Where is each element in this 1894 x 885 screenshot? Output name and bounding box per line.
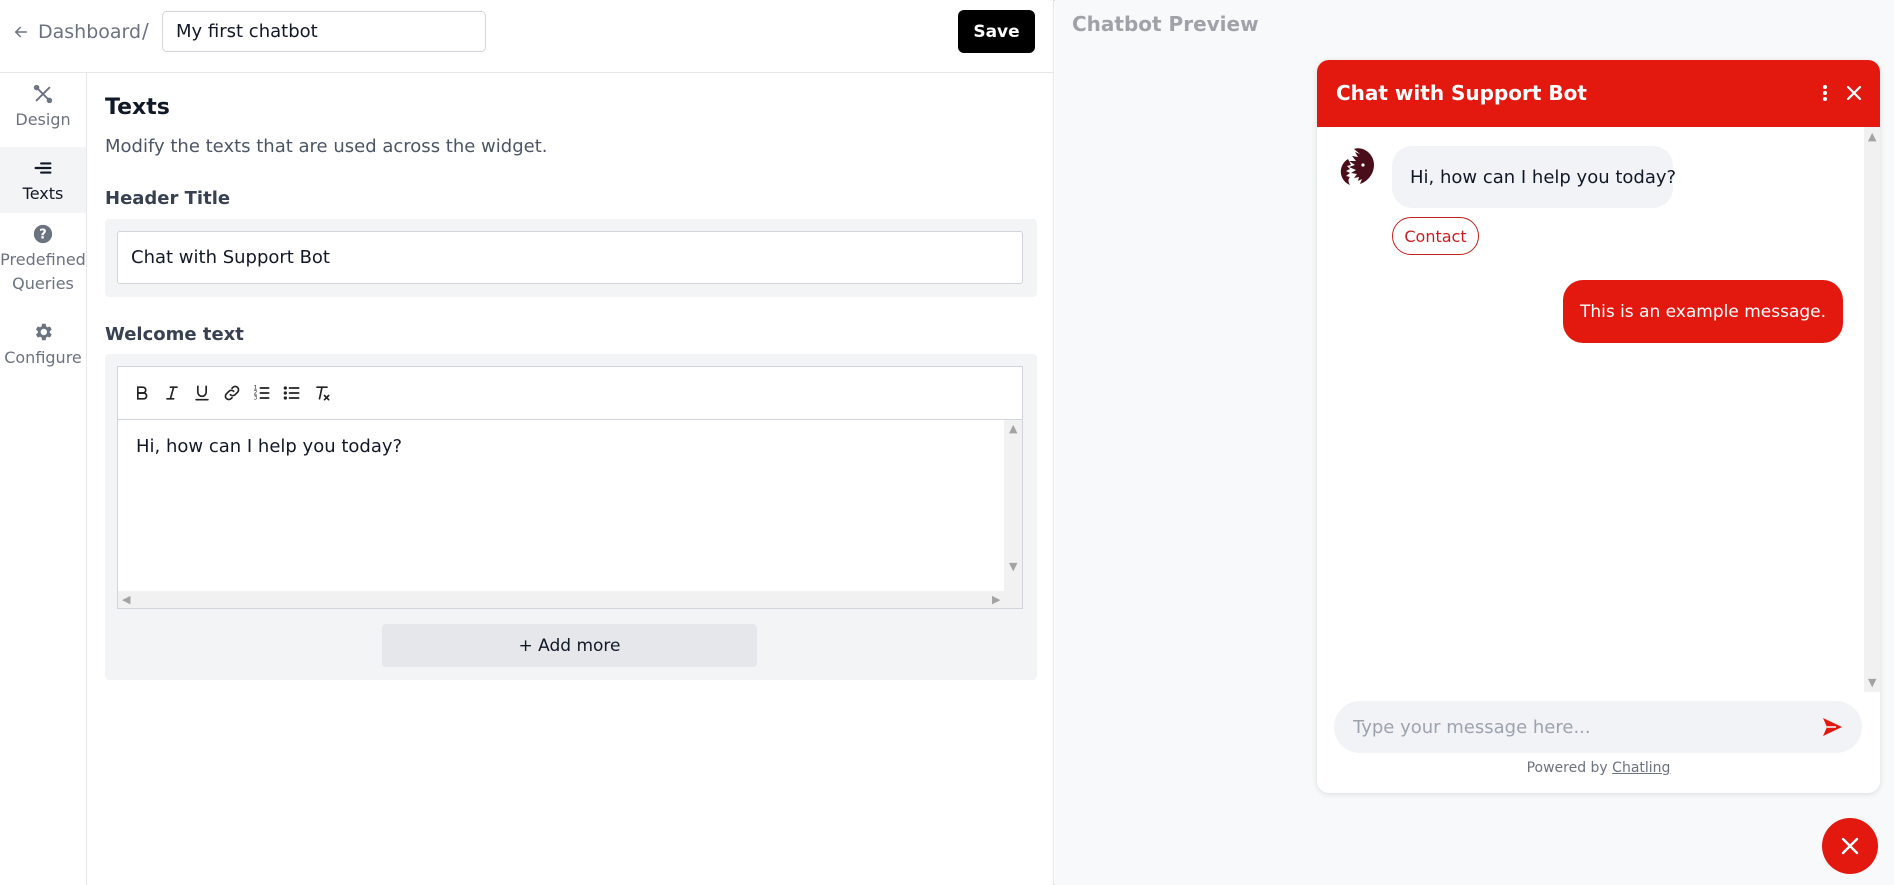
message-input-container — [1334, 701, 1862, 753]
breadcrumb-separator: / — [142, 19, 149, 43]
sidebar-item-design[interactable]: Design — [0, 83, 86, 137]
widget-scrollbar[interactable]: ▲ ▼ — [1864, 127, 1880, 692]
sidebar-item-label: Texts — [22, 184, 64, 203]
close-icon[interactable] — [1844, 83, 1864, 103]
back-to-dashboard-link[interactable]: Dashboard — [12, 19, 141, 45]
link-icon[interactable] — [222, 383, 242, 403]
welcome-text-label: Welcome text — [105, 324, 244, 345]
widget-header-title: Chat with Support Bot — [1336, 81, 1587, 105]
header-title-input[interactable] — [117, 231, 1023, 284]
gear-icon — [35, 323, 52, 341]
close-icon — [1841, 837, 1859, 855]
editor-toolbar: 123 — [118, 367, 1022, 420]
editor-vertical-scrollbar[interactable]: ▲ ▼ — [1004, 420, 1022, 591]
sidebar-item-predefined-queries[interactable]: ? Predefined Queries — [0, 223, 86, 303]
section-title: Texts — [105, 95, 170, 120]
ordered-list-icon[interactable]: 123 — [252, 383, 272, 403]
preview-title: Chatbot Preview — [1072, 12, 1259, 36]
sidebar-item-label: Predefined Queries — [0, 250, 86, 293]
question-icon: ? — [33, 224, 53, 244]
save-button[interactable]: Save — [958, 10, 1035, 53]
texts-icon — [34, 162, 52, 174]
welcome-text-box: 123 Hi, how can I help you today? ▲ ▼ ◀ — [105, 354, 1037, 680]
svg-text:3: 3 — [254, 396, 258, 402]
bot-message-bubble: Hi, how can I help you today? — [1392, 146, 1676, 208]
section-description: Modify the texts that are used across th… — [105, 136, 548, 157]
bot-avatar-lion-icon — [1335, 146, 1379, 190]
chatbot-name-input[interactable] — [162, 11, 486, 52]
sidebar-item-label: Design — [15, 110, 71, 129]
sidebar-item-configure[interactable]: Configure — [0, 321, 86, 375]
clear-format-icon[interactable] — [312, 383, 332, 403]
chatling-link[interactable]: Chatling — [1612, 760, 1670, 776]
add-more-button[interactable]: + Add more — [382, 624, 757, 667]
message-input[interactable] — [1334, 701, 1804, 753]
design-icon — [33, 84, 53, 104]
welcome-text-content[interactable]: Hi, how can I help you today? — [118, 420, 1003, 591]
widget-header: Chat with Support Bot — [1317, 60, 1880, 127]
header-title-label: Header Title — [105, 188, 231, 209]
underline-icon[interactable] — [192, 383, 212, 403]
arrow-left-icon — [15, 26, 27, 38]
welcome-text-editor: 123 Hi, how can I help you today? ▲ ▼ ◀ — [117, 366, 1023, 609]
chatbot-preview-panel: Chatbot Preview Chat with Support Bot ▲ … — [1055, 0, 1894, 885]
chat-widget: Chat with Support Bot ▲ ▼ Hi, how can I … — [1317, 60, 1880, 793]
bullet-list-icon[interactable] — [282, 383, 302, 403]
editor-panel: Dashboard / Save Design Texts ? Predefin… — [0, 0, 1054, 885]
bold-icon[interactable] — [132, 383, 152, 403]
more-vertical-icon[interactable] — [1817, 83, 1833, 103]
back-link-label: Dashboard — [38, 21, 142, 43]
contact-quick-reply-button[interactable]: Contact — [1392, 217, 1479, 255]
user-message-bubble: This is an example message. — [1563, 280, 1843, 343]
header-title-box — [105, 219, 1037, 297]
editor-horizontal-scrollbar[interactable]: ◀ ▶ — [118, 591, 1022, 608]
powered-by-footer: Powered by Chatling — [1317, 760, 1880, 776]
svg-text:?: ? — [39, 228, 46, 243]
powered-by-prefix: Powered by — [1526, 760, 1608, 776]
editor-sidebar: Design Texts ? Predefined Queries Config… — [0, 73, 87, 885]
italic-icon[interactable] — [162, 383, 182, 403]
sidebar-item-label: Configure — [4, 348, 82, 367]
top-bar: Dashboard / Save — [0, 0, 1054, 73]
sidebar-item-texts[interactable]: Texts — [0, 147, 86, 213]
send-icon[interactable] — [1820, 715, 1844, 739]
close-chat-fab-button[interactable] — [1822, 818, 1878, 874]
